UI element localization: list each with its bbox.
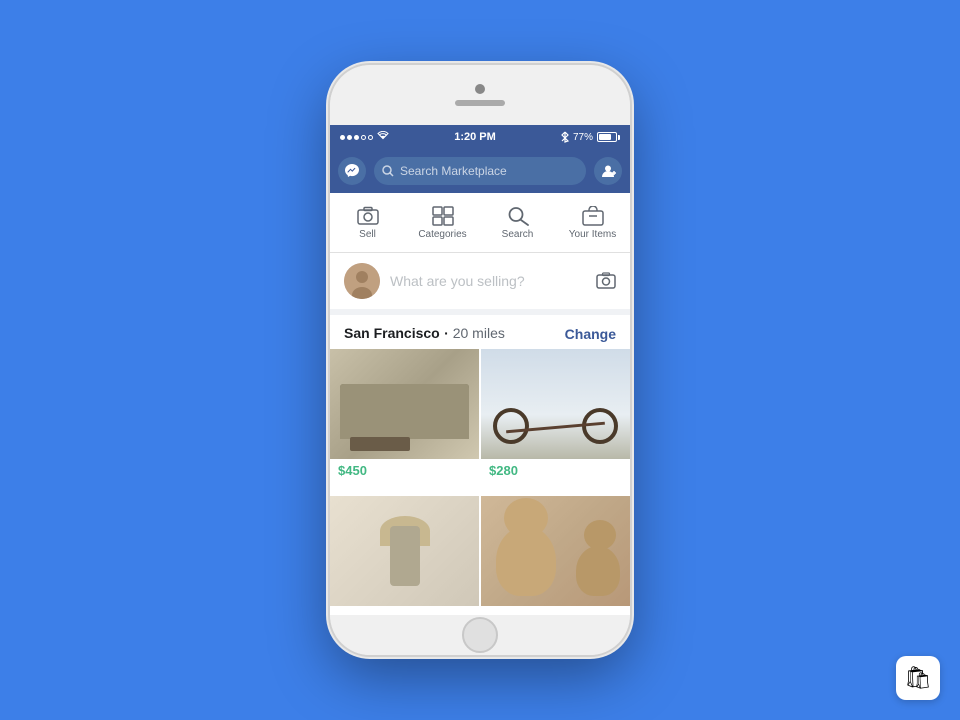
location-info: San Francisco · 20 miles <box>344 325 505 343</box>
sofa-table <box>350 437 410 451</box>
location-city: San Francisco <box>344 325 440 341</box>
watermark-icon: 🛍 <box>904 665 932 691</box>
tab-sell[interactable]: Sell <box>330 206 405 240</box>
sofa-seat <box>340 384 469 439</box>
products-grid: $450 $280 <box>330 349 630 615</box>
marketplace-watermark: 🛍 <box>896 656 940 700</box>
location-separator: · <box>444 325 453 341</box>
product-sofa[interactable]: $450 <box>330 349 479 494</box>
search-tab-icon <box>507 206 529 226</box>
messenger-button[interactable] <box>338 157 366 185</box>
signal-dot-4 <box>361 135 366 140</box>
lamp-body <box>390 526 420 586</box>
bear-small-head <box>584 520 616 550</box>
location-distance: 20 miles <box>453 325 505 341</box>
profile-icon <box>600 163 616 179</box>
battery-pct: 77% <box>573 132 593 143</box>
phone-home-button[interactable] <box>462 617 498 653</box>
tab-search[interactable]: Search <box>480 206 555 240</box>
tab-bar: Sell Categories Search <box>330 193 630 253</box>
change-location-button[interactable]: Change <box>565 326 616 342</box>
wifi-icon <box>377 131 389 143</box>
status-bar: 1:20 PM 77% <box>330 125 630 149</box>
status-time: 1:20 PM <box>454 131 496 143</box>
camera-icon <box>357 206 379 226</box>
bike-price: $280 <box>481 459 630 484</box>
phone-speaker <box>455 100 505 106</box>
search-bar[interactable]: Search Marketplace <box>374 157 586 185</box>
bear-large-body <box>496 526 556 596</box>
post-camera-icon[interactable] <box>596 272 616 290</box>
tab-categories-label: Categories <box>418 229 466 240</box>
signal-dot-2 <box>347 135 352 140</box>
product-bears[interactable] <box>481 496 630 616</box>
signal-dots <box>340 135 373 140</box>
bears-image <box>481 496 630 606</box>
product-lamp[interactable] <box>330 496 479 616</box>
location-bar: San Francisco · 20 miles Change <box>330 315 630 349</box>
search-bar-text: Search Marketplace <box>400 164 578 178</box>
bluetooth-icon <box>561 131 569 143</box>
post-input-bar: What are you selling? <box>330 253 630 315</box>
phone-bottom-bezel <box>330 615 630 655</box>
signal-dot-3 <box>354 135 359 140</box>
signal-dot-1 <box>340 135 345 140</box>
profile-button[interactable] <box>594 157 622 185</box>
tab-sell-label: Sell <box>359 229 376 240</box>
sofa-image <box>330 349 479 459</box>
lamp-image <box>330 496 479 606</box>
search-bar-icon <box>382 165 394 177</box>
bag-icon <box>582 206 604 226</box>
status-right: 77% <box>561 131 620 143</box>
sofa-price: $450 <box>330 459 479 484</box>
product-bike[interactable]: $280 <box>481 349 630 494</box>
phone-camera <box>475 84 485 94</box>
user-avatar <box>344 263 380 299</box>
tab-search-label: Search <box>502 229 534 240</box>
nav-bar: Search Marketplace <box>330 149 630 193</box>
phone-top-bezel <box>330 65 630 125</box>
tab-categories[interactable]: Categories <box>405 206 480 240</box>
bear-small-body <box>576 546 620 596</box>
tab-your-items[interactable]: Your Items <box>555 206 630 240</box>
bike-wheel-left <box>493 408 529 444</box>
grid-icon <box>432 206 454 226</box>
tab-your-items-label: Your Items <box>569 229 616 240</box>
post-input-text[interactable]: What are you selling? <box>390 273 586 289</box>
status-signal <box>340 131 389 143</box>
avatar-svg <box>344 263 380 299</box>
signal-dot-5 <box>368 135 373 140</box>
phone-screen: 1:20 PM 77% <box>330 125 630 615</box>
phone-shell: 1:20 PM 77% <box>330 65 630 655</box>
battery-icon <box>597 132 620 142</box>
messenger-icon <box>344 163 360 179</box>
bike-image <box>481 349 630 459</box>
